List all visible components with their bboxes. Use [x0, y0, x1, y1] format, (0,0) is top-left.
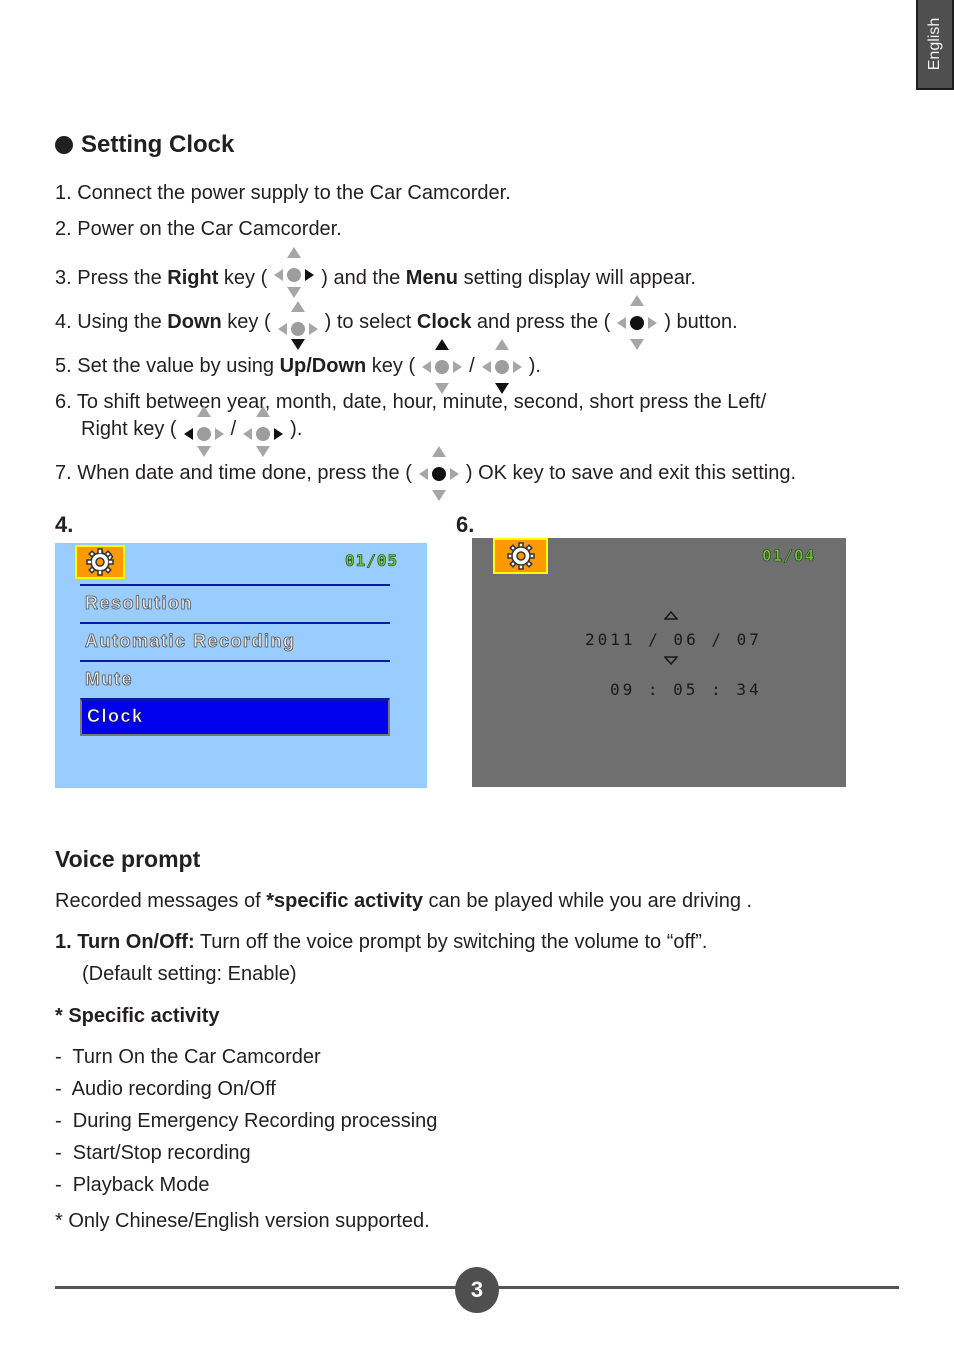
language-label: English	[926, 17, 943, 71]
step-3: 3. Press the Right key () and the Menu s…	[55, 246, 696, 298]
section-title: Setting Clock	[81, 131, 235, 158]
section-heading-setting-clock: Setting Clock	[55, 131, 234, 159]
clock-screen: 01/04 2011 / 06 / 07 09 : 05 : 34	[472, 538, 846, 787]
step-5: 5. Set the value by using Up/Down key (/…	[55, 338, 541, 394]
gear-icon	[75, 545, 125, 579]
step-1: 1. Connect the power supply to the Car C…	[55, 182, 511, 204]
figure-6-label: 6.	[456, 512, 475, 537]
voice-item-1: 1. Turn On/Off: Turn off the voice promp…	[55, 931, 708, 953]
down-key-icon	[275, 300, 321, 350]
menu-item-automatic-recording[interactable]: Automatic Recording	[80, 622, 390, 660]
left-key-icon	[181, 405, 227, 457]
activity-item: - During Emergency Recording processing	[55, 1110, 438, 1132]
menu-item-resolution[interactable]: Resolution	[80, 584, 390, 622]
voice-item-1-note: (Default setting: Enable)	[82, 963, 297, 985]
date-value[interactable]: 2011 / 06 / 07	[585, 630, 762, 649]
ok-key-icon	[416, 445, 462, 501]
increase-arrow-icon[interactable]	[664, 611, 678, 620]
activity-item: - Audio recording On/Off	[55, 1078, 276, 1100]
time-value[interactable]: 09 : 05 : 34	[610, 680, 762, 699]
activity-item: - Turn On the Car Camcorder	[55, 1046, 321, 1068]
bullet-icon	[55, 136, 73, 154]
menu-screen: 01/05 Resolution Automatic Recording Mut…	[55, 543, 427, 788]
page-number: 3	[455, 1267, 499, 1313]
step-6-cont: Right key (/).	[81, 405, 302, 457]
specific-activity-title: * Specific activity	[55, 1005, 220, 1027]
step-4: 4. Using the Down key () to select Clock…	[55, 294, 738, 350]
menu-item-mute[interactable]: Mute	[80, 660, 390, 698]
figure-4-label: 4.	[55, 512, 74, 537]
step-2: 2. Power on the Car Camcorder.	[55, 218, 342, 240]
decrease-arrow-icon[interactable]	[664, 656, 678, 665]
section-heading-voice-prompt: Voice prompt	[55, 846, 201, 872]
menu-item-clock[interactable]: Clock	[80, 698, 390, 736]
up-key-icon	[419, 338, 465, 394]
down-key-icon	[479, 338, 525, 394]
ok-key-icon	[614, 294, 660, 350]
page-counter: 01/04	[762, 546, 816, 566]
voice-intro: Recorded messages of *specific activity …	[55, 890, 753, 912]
language-tab: English	[916, 0, 954, 90]
activity-item: - Start/Stop recording	[55, 1142, 251, 1164]
page-counter: 01/05	[345, 551, 399, 571]
footnote: * Only Chinese/English version supported…	[55, 1210, 430, 1232]
right-key-icon	[240, 405, 286, 457]
activity-item: - Playback Mode	[55, 1174, 210, 1196]
gear-icon	[493, 538, 548, 574]
right-key-icon	[271, 246, 317, 298]
step-6: 6. To shift between year, month, date, h…	[55, 391, 767, 413]
step-7: 7. When date and time done, press the ()…	[55, 445, 796, 501]
